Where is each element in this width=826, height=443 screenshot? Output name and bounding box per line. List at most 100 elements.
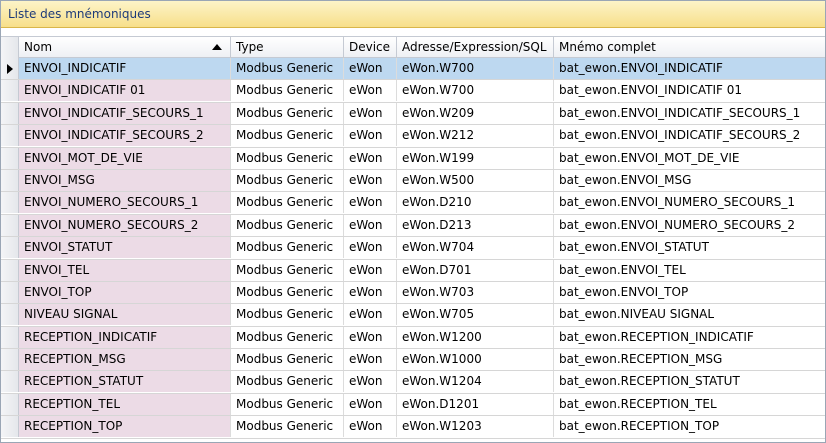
cell-mnemo: bat_ewon.ENVOI_INDICATIF_SECOURS_2 (559, 128, 801, 143)
cell-mnemo: bat_ewon.ENVOI_TOP (559, 284, 689, 299)
cell-nom: ENVOI_MOT_DE_VIE (19, 147, 231, 169)
cell-type: Modbus Generic (231, 237, 344, 259)
cell-adresse: eWon.W705 (397, 304, 554, 326)
cell-adresse: eWon.D701 (397, 259, 554, 281)
cell-adresse: eWon.W1200 (397, 326, 554, 348)
cell-type: Modbus Generic (231, 214, 344, 236)
row-selector[interactable] (1, 102, 19, 124)
cell-nom: ENVOI_INDICATIF (19, 58, 231, 79)
cell-device: eWon (344, 147, 397, 169)
table-row[interactable]: NIVEAU SIGNAL Modbus Generic eWon eWon.W… (1, 304, 825, 327)
table-row[interactable]: ENVOI_TEL Modbus Generic eWon eWon.D701 … (1, 259, 825, 282)
row-selector[interactable] (1, 80, 19, 102)
cell-type: Modbus Generic (231, 393, 344, 415)
column-header-mnemo[interactable]: Mnémo complet (554, 37, 825, 58)
table-row[interactable]: RECEPTION_MSG Modbus Generic eWon eWon.W… (1, 349, 825, 372)
column-header-nom-label: Nom (24, 40, 53, 54)
table-row[interactable]: ENVOI_STATUT Modbus Generic eWon eWon.W7… (1, 237, 825, 260)
cell-nom: RECEPTION_INDICATIF (19, 326, 231, 348)
current-row-arrow-icon (7, 64, 13, 74)
cell-nom: ENVOI_NUMERO_SECOURS_2 (19, 214, 231, 236)
cell-type: Modbus Generic (231, 259, 344, 281)
row-selector[interactable] (1, 416, 19, 438)
row-header-corner (1, 37, 19, 58)
cell-adresse: eWon.D1201 (397, 393, 554, 415)
row-selector[interactable] (1, 326, 19, 348)
cell-device: eWon (344, 169, 397, 191)
row-selector[interactable] (1, 371, 19, 393)
cell-mnemo: bat_ewon.ENVOI_STATUT (559, 240, 709, 255)
table-row[interactable]: ENVOI_NUMERO_SECOURS_2 Modbus Generic eW… (1, 214, 825, 238)
cell-adresse: eWon.W700 (397, 58, 554, 79)
grid-body: ENVOI_INDICATIF Modbus Generic eWon eWon… (1, 58, 825, 439)
cell-device: eWon (344, 102, 397, 124)
cell-type: Modbus Generic (231, 326, 344, 348)
row-selector[interactable] (1, 259, 19, 281)
column-header-nom[interactable]: Nom (19, 37, 231, 58)
table-row[interactable]: ENVOI_INDICATIF Modbus Generic eWon eWon… (1, 58, 825, 81)
cell-nom: RECEPTION_MSG (19, 349, 231, 371)
column-header-type[interactable]: Type (231, 37, 344, 58)
cell-nom: ENVOI_INDICATIF_SECOURS_2 (19, 125, 231, 147)
cell-nom: ENVOI_MSG (19, 169, 231, 191)
cell-nom: ENVOI_STATUT (19, 237, 231, 259)
cell-device: eWon (344, 80, 397, 102)
row-selector[interactable] (1, 58, 19, 79)
row-selector[interactable] (1, 349, 19, 371)
cell-device: eWon (344, 393, 397, 415)
mnemonics-grid: Nom Type Device Adresse/Expression/SQL M… (1, 36, 825, 439)
cell-adresse: eWon.D213 (397, 214, 554, 236)
row-selector[interactable] (1, 281, 19, 303)
row-selector[interactable] (1, 304, 19, 326)
cell-device: eWon (344, 416, 397, 438)
cell-mnemo: bat_ewon.ENVOI_NUMERO_SECOURS_2 (559, 217, 796, 232)
row-selector[interactable] (1, 125, 19, 147)
cell-type: Modbus Generic (231, 416, 344, 438)
table-row[interactable]: RECEPTION_TOP Modbus Generic eWon eWon.W… (1, 416, 825, 439)
row-selector[interactable] (1, 192, 19, 214)
table-row[interactable]: ENVOI_TOP Modbus Generic eWon eWon.W703 … (1, 281, 825, 305)
column-header-device[interactable]: Device (344, 37, 397, 58)
table-row[interactable]: RECEPTION_INDICATIF Modbus Generic eWon … (1, 326, 825, 350)
row-selector[interactable] (1, 393, 19, 415)
cell-nom: NIVEAU SIGNAL (19, 304, 231, 326)
table-row[interactable]: ENVOI_INDICATIF_SECOURS_2 Modbus Generic… (1, 125, 825, 148)
cell-mnemo: bat_ewon.ENVOI_INDICATIF 01 (559, 83, 742, 98)
table-row[interactable]: ENVOI_INDICATIF 01 Modbus Generic eWon e… (1, 80, 825, 103)
table-row[interactable]: ENVOI_MSG Modbus Generic eWon eWon.W500 … (1, 169, 825, 193)
cell-device: eWon (344, 326, 397, 348)
cell-mnemo: bat_ewon.RECEPTION_TEL (559, 396, 717, 411)
cell-type: Modbus Generic (231, 58, 344, 79)
cell-type: Modbus Generic (231, 304, 344, 326)
cell-nom: ENVOI_TEL (19, 259, 231, 281)
cell-nom: ENVOI_INDICATIF_SECOURS_1 (19, 102, 231, 124)
table-row[interactable]: ENVOI_MOT_DE_VIE Modbus Generic eWon eWo… (1, 147, 825, 170)
cell-mnemo: bat_ewon.RECEPTION_STATUT (559, 374, 740, 389)
cell-adresse: eWon.W700 (397, 80, 554, 102)
mnemonics-panel: Liste des mnémoniques Nom Type Device Ad… (0, 0, 826, 443)
table-row[interactable]: ENVOI_INDICATIF_SECOURS_1 Modbus Generic… (1, 102, 825, 126)
cell-adresse: eWon.W209 (397, 102, 554, 124)
cell-type: Modbus Generic (231, 371, 344, 393)
table-row[interactable]: RECEPTION_STATUT Modbus Generic eWon eWo… (1, 371, 825, 394)
table-row[interactable]: RECEPTION_TEL Modbus Generic eWon eWon.D… (1, 393, 825, 417)
cell-type: Modbus Generic (231, 102, 344, 124)
row-selector[interactable] (1, 237, 19, 259)
column-header-adresse[interactable]: Adresse/Expression/SQL (397, 37, 554, 58)
table-row[interactable]: ENVOI_NUMERO_SECOURS_1 Modbus Generic eW… (1, 192, 825, 215)
cell-nom: RECEPTION_STATUT (19, 371, 231, 393)
cell-mnemo: bat_ewon.ENVOI_TEL (559, 262, 686, 277)
row-selector[interactable] (1, 214, 19, 236)
cell-mnemo: bat_ewon.ENVOI_INDICATIF_SECOURS_1 (559, 105, 801, 120)
cell-mnemo: bat_ewon.ENVOI_MOT_DE_VIE (559, 150, 740, 165)
cell-adresse: eWon.W1204 (397, 371, 554, 393)
cell-nom: ENVOI_INDICATIF 01 (19, 80, 231, 102)
cell-adresse: eWon.W212 (397, 125, 554, 147)
cell-mnemo: bat_ewon.RECEPTION_TOP (559, 419, 720, 434)
cell-adresse: eWon.W1203 (397, 416, 554, 438)
row-selector[interactable] (1, 169, 19, 191)
cell-nom: RECEPTION_TEL (19, 393, 231, 415)
cell-device: eWon (344, 259, 397, 281)
cell-device: eWon (344, 349, 397, 371)
row-selector[interactable] (1, 147, 19, 169)
